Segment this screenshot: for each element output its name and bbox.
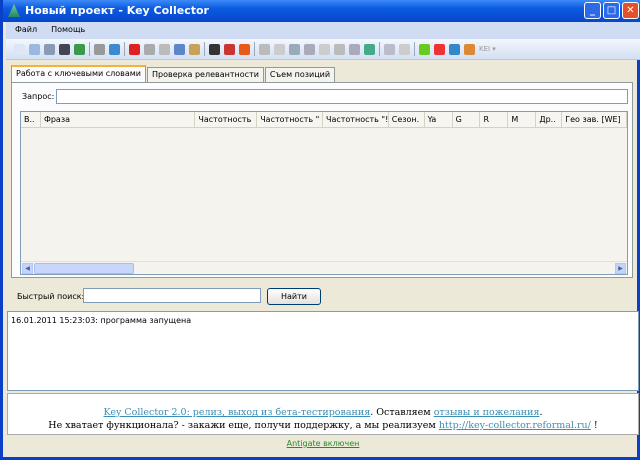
hand-icon[interactable] — [334, 43, 345, 55]
scroll-right-icon[interactable]: ▶ — [615, 263, 626, 274]
toolbar-separator — [89, 42, 90, 56]
tab-strip: Работа с ключевыми словами Проверка реле… — [11, 65, 336, 82]
info-panel: Key Collector 2.0: релиз, выход из бета-… — [7, 393, 639, 435]
keywords-panel: Запрос: В.. Фраза Частотность Частотность "… — [11, 82, 633, 278]
grid-header: В.. Фраза Частотность Частотность " " Частот… — [21, 112, 628, 128]
reformal-link[interactable]: http://key-collector.reformal.ru/ — [439, 420, 591, 431]
column-header[interactable]: В.. — [21, 112, 41, 127]
tab-positions[interactable]: Съем позиций — [264, 67, 336, 82]
column-header[interactable]: R — [480, 112, 509, 127]
scroll-left-icon[interactable]: ◀ — [22, 263, 33, 274]
doc-icon[interactable] — [274, 43, 285, 55]
liveinternet-icon[interactable] — [304, 43, 315, 55]
column-header[interactable]: Фраза — [41, 112, 196, 127]
puzzle-icon[interactable] — [239, 43, 250, 55]
title-bar: Новый проект - Key Collector _ □ ✕ — [3, 0, 640, 22]
column-header[interactable]: Частотность "!" — [323, 112, 389, 127]
column-header[interactable]: Ya — [425, 112, 453, 127]
log-panel: 16.01.2011 15:23:03: программа запущена — [7, 311, 639, 391]
table-icon[interactable] — [364, 43, 375, 55]
save-icon[interactable] — [44, 43, 55, 55]
save-as-icon[interactable] — [59, 43, 70, 55]
horizontal-scrollbar[interactable]: ◀ ▶ — [21, 261, 627, 274]
chart-red-icon[interactable] — [129, 43, 140, 55]
column-header[interactable]: Частотность " " — [257, 112, 323, 127]
rambler-icon[interactable] — [464, 43, 475, 55]
mi-icon[interactable] — [349, 43, 360, 55]
pen-icon[interactable] — [399, 43, 410, 55]
tab-relevance[interactable]: Проверка релевантности — [147, 67, 264, 82]
disk-icon[interactable] — [159, 43, 170, 55]
release-link[interactable]: Key Collector 2.0: релиз, выход из бета-… — [104, 407, 371, 418]
toolbar-separator — [254, 42, 255, 56]
keywords-grid: В.. Фраза Частотность Частотность " " Частот… — [20, 111, 628, 275]
toolbar: KEI ▾ — [6, 39, 640, 60]
excel-icon[interactable] — [74, 43, 85, 55]
toolbar-separator — [124, 42, 125, 56]
zoom-icon[interactable] — [259, 43, 270, 55]
info-text: . Оставляем — [370, 407, 434, 418]
find-button[interactable]: Найти — [267, 288, 321, 305]
arrow-icon[interactable] — [419, 43, 430, 55]
dollar-icon[interactable] — [319, 43, 330, 55]
log-entry: 16.01.2011 15:23:03: программа запущена — [11, 316, 192, 325]
column-header[interactable]: Частотность — [195, 112, 258, 127]
column-header[interactable]: Гео зав. [WE] — [562, 112, 628, 127]
close-button[interactable]: ✕ — [622, 2, 639, 19]
status-bar: Antigate включен — [7, 436, 639, 452]
info-text: ! — [590, 420, 598, 431]
query-label: Запрос: — [22, 92, 55, 101]
window-title: Новый проект - Key Collector — [25, 4, 209, 17]
column-header[interactable]: Сезон. — [389, 112, 425, 127]
menu-bar: Файл Помощь — [6, 22, 640, 39]
li-icon[interactable] — [289, 43, 300, 55]
open-icon[interactable] — [29, 43, 40, 55]
column-header[interactable]: M — [508, 112, 537, 127]
toolbar-separator — [414, 42, 415, 56]
tab-keywords[interactable]: Работа с ключевыми словами — [11, 65, 146, 82]
maximize-button[interactable]: □ — [603, 2, 620, 19]
menu-help[interactable]: Помощь — [51, 25, 85, 39]
minimize-button[interactable]: _ — [584, 2, 601, 19]
info-text: Не хватает функционала? - закажи еще, по… — [48, 420, 439, 431]
quick-search-input[interactable] — [83, 288, 261, 303]
google-icon[interactable] — [449, 43, 460, 55]
new-icon[interactable] — [14, 43, 25, 55]
yandex-icon[interactable] — [434, 43, 445, 55]
a-icon[interactable] — [384, 43, 395, 55]
column-header[interactable]: Др.. — [536, 112, 563, 127]
quick-search-label: Быстрый поиск: — [17, 292, 85, 301]
scroll-thumb[interactable] — [34, 263, 134, 274]
antigate-status-link[interactable]: Antigate включен — [287, 439, 360, 448]
query-input[interactable] — [56, 89, 628, 104]
settings-icon[interactable] — [94, 43, 105, 55]
column-header[interactable]: G — [453, 112, 481, 127]
feedback-link[interactable]: отзывы и пожелания — [434, 407, 540, 418]
clipboard-icon[interactable] — [189, 43, 200, 55]
chart-gray-icon[interactable] — [144, 43, 155, 55]
shield-icon[interactable] — [174, 43, 185, 55]
app-icon — [8, 4, 20, 17]
target-icon[interactable] — [224, 43, 235, 55]
filter-icon[interactable] — [209, 43, 220, 55]
info-text: . — [539, 407, 543, 418]
globe-icon[interactable] — [109, 43, 120, 55]
kei-dropdown[interactable]: KEI ▾ — [479, 45, 496, 53]
toolbar-separator — [379, 42, 380, 56]
menu-file[interactable]: Файл — [15, 25, 37, 39]
toolbar-separator — [204, 42, 205, 56]
app-window: Новый проект - Key Collector _ □ ✕ Файл … — [0, 0, 640, 460]
